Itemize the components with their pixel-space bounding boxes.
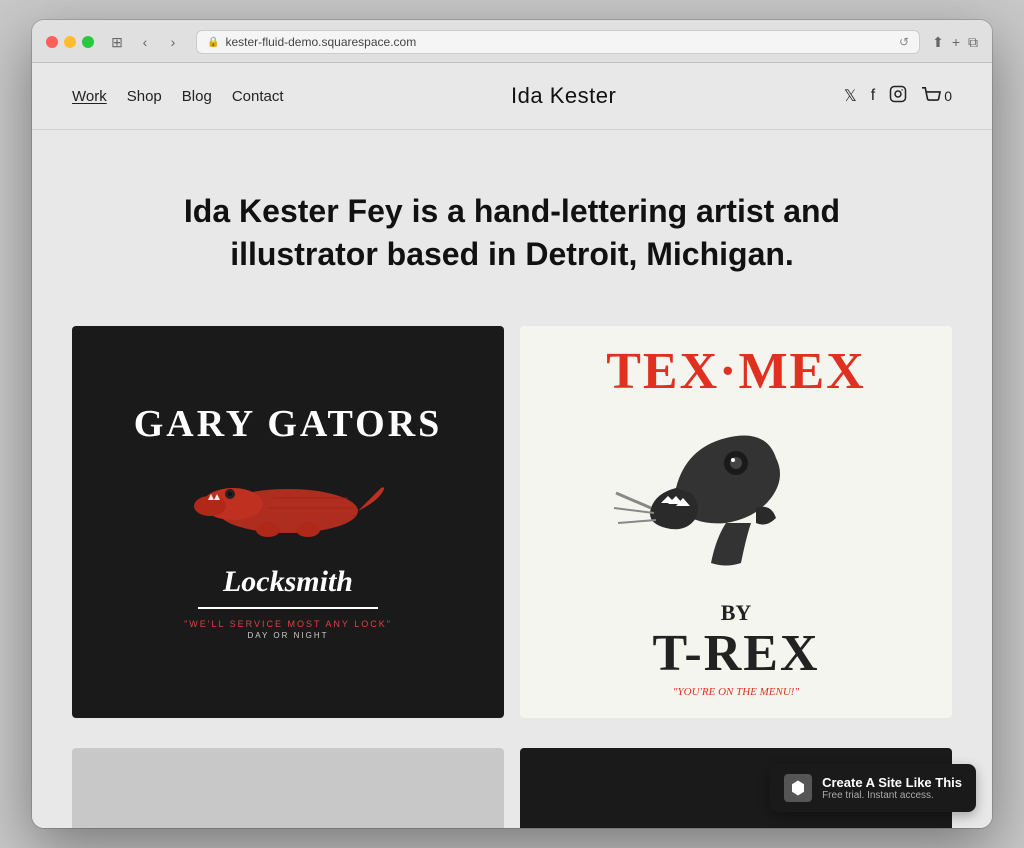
nav-shop[interactable]: Shop [127,88,162,105]
browser-controls: ⊞ ‹ › [106,31,184,53]
forward-button[interactable]: › [162,31,184,53]
squarespace-badge[interactable]: Create A Site Like This Free trial. Inst… [770,764,976,812]
cart-icon[interactable]: 0 [921,87,952,105]
hero-section: Ida Kester Fey is a hand-lettering artis… [32,130,992,326]
trex-illustration [596,398,876,598]
tabs-icon[interactable]: ⧉ [968,34,978,51]
badge-title: Create A Site Like This [822,775,962,790]
gary-day: DAY OR NIGHT [247,631,328,640]
nav-contact[interactable]: Contact [232,88,284,105]
new-tab-icon[interactable]: + [952,34,960,50]
squarespace-text: Create A Site Like This Free trial. Inst… [822,775,962,801]
gary-title: GARY GATORS [134,405,443,443]
reload-button[interactable]: ↺ [899,35,909,49]
portfolio-item-gary-gators[interactable]: GARY GATORS [72,326,504,718]
site-title: Ida Kester [284,83,844,109]
back-button[interactable]: ‹ [134,31,156,53]
maximize-button[interactable] [82,36,94,48]
gary-locksmith: Locksmith [223,565,353,599]
browser-chrome: ⊞ ‹ › 🔒 kester-fluid-demo.squarespace.co… [32,20,992,63]
twitter-icon[interactable]: 𝕏 [844,86,857,106]
share-icon[interactable]: ⬆ [932,34,944,51]
traffic-lights [46,36,94,48]
nav-work[interactable]: Work [72,88,107,105]
hero-text: Ida Kester Fey is a hand-lettering artis… [172,190,852,276]
browser-window: ⊞ ‹ › 🔒 kester-fluid-demo.squarespace.co… [32,20,992,828]
address-bar[interactable]: 🔒 kester-fluid-demo.squarespace.com ↺ [196,30,920,54]
gary-underline [198,607,378,609]
tex-mex-title: TEX·MEX [606,346,866,398]
squarespace-logo [784,774,812,802]
preview-strip-left [72,748,504,828]
browser-actions: ⬆ + ⧉ [932,34,978,51]
site-nav: Work Shop Blog Contact Ida Kester 𝕏 f [32,63,992,130]
site-content: Work Shop Blog Contact Ida Kester 𝕏 f [32,63,992,828]
portfolio-item-tex-mex[interactable]: TEX·MEX [520,326,952,718]
facebook-icon[interactable]: f [871,87,875,105]
tex-mex-by: BY [721,600,752,626]
minimize-button[interactable] [64,36,76,48]
gator-illustration [188,451,388,551]
instagram-icon[interactable] [889,85,907,108]
window-icon[interactable]: ⊞ [106,31,128,53]
nav-links: Work Shop Blog Contact [72,88,284,105]
gary-quote: "WE'LL SERVICE MOST ANY LOCK" [184,619,392,629]
cart-count: 0 [944,88,952,104]
tex-mex-sub: T-REX [652,628,819,680]
tex-mex-quote: "YOU'RE ON THE MENU!" [673,686,799,698]
portfolio-grid: GARY GATORS [32,326,992,748]
close-button[interactable] [46,36,58,48]
nav-blog[interactable]: Blog [182,88,212,105]
lock-icon: 🔒 [207,37,219,48]
nav-social: 𝕏 f 0 [844,85,952,108]
url-text: kester-fluid-demo.squarespace.com [225,35,416,49]
badge-subtitle: Free trial. Instant access. [822,790,962,801]
